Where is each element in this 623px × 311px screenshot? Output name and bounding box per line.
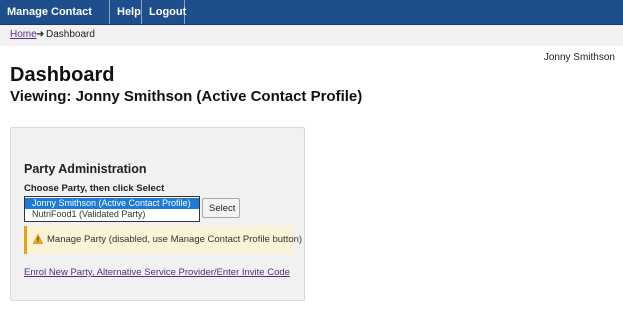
nav-logout[interactable]: Logout [142,0,186,24]
party-option-nutrifood1[interactable]: NutriFood1 (Validated Party) [25,209,199,220]
manage-party-warning: Manage Party (disabled, use Manage Conta… [24,226,302,254]
breadcrumb-home-link[interactable]: Home [10,29,37,40]
nav-help[interactable]: Help [110,0,142,24]
breadcrumb-current: Dashboard [46,29,95,40]
party-administration-panel: Party Administration Choose Party, then … [10,127,305,301]
breadcrumb: Home ➜ Dashboard [0,25,623,46]
page-title: Dashboard [10,64,115,86]
breadcrumb-arrow-icon: ➜ [36,29,45,40]
current-user-name: Jonny Smithson [543,52,615,63]
page-subtitle: Viewing: Jonny Smithson (Active Contact … [10,88,363,105]
panel-title: Party Administration [24,162,147,176]
nav-manage-contact-profile[interactable]: Manage Contact Profile [0,0,110,42]
choose-party-label: Choose Party, then click Select [24,183,165,194]
select-button[interactable]: Select [202,198,240,218]
warning-text: Manage Party (disabled, use Manage Conta… [47,234,303,245]
enrol-new-party-link[interactable]: Enrol New Party, Alternative Service Pro… [24,267,290,278]
top-navbar: Manage Contact Profile Help Logout [0,0,623,42]
party-listbox[interactable]: Jonny Smithson (Active Contact Profile) … [24,196,200,222]
warning-triangle-icon [33,234,43,244]
party-option-jonny-smithson[interactable]: Jonny Smithson (Active Contact Profile) [25,198,199,209]
